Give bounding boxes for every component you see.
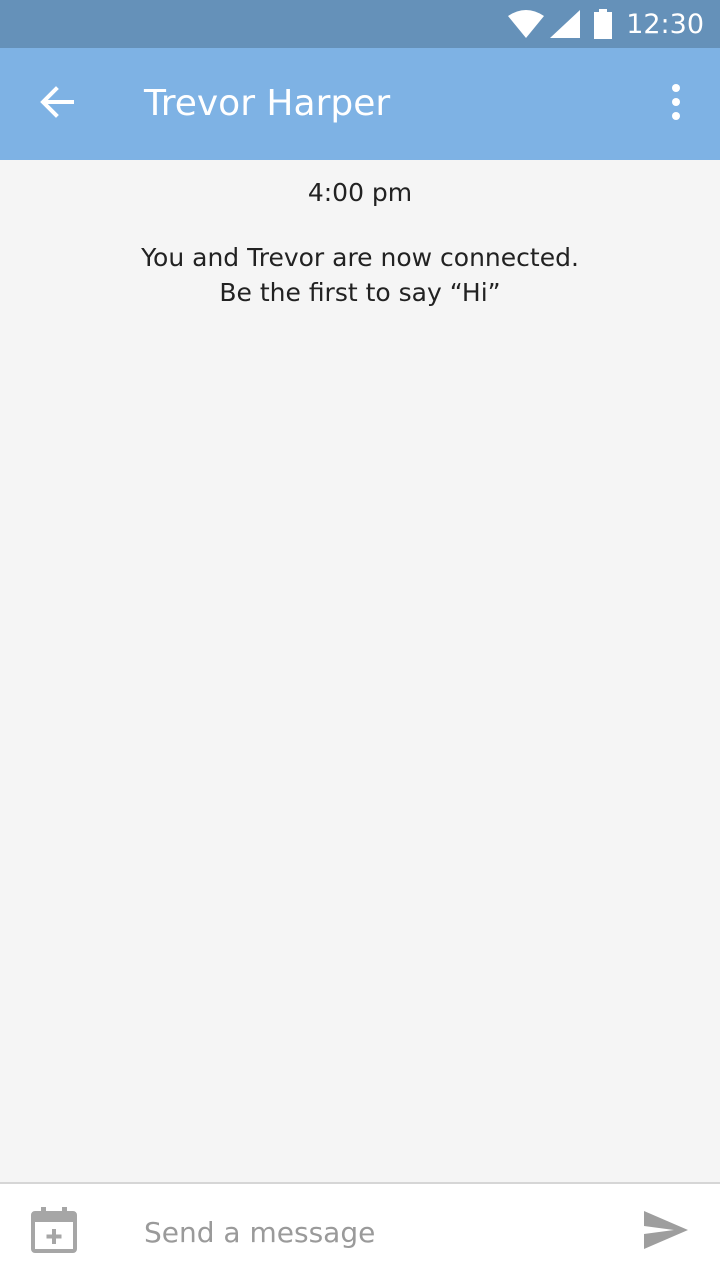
message-input[interactable] xyxy=(144,1200,604,1264)
more-vert-icon xyxy=(670,84,682,124)
schedule-button[interactable] xyxy=(24,1202,84,1262)
cell-signal-icon xyxy=(550,10,581,38)
connection-notice: You and Trevor are now connected. Be the… xyxy=(0,240,720,310)
arrow-back-icon xyxy=(38,84,74,124)
message-timestamp: 4:00 pm xyxy=(307,178,413,207)
connection-notice-line: You and Trevor are now connected. xyxy=(141,243,579,272)
send-button[interactable] xyxy=(636,1202,696,1262)
send-icon xyxy=(644,1211,688,1253)
calendar-add-icon xyxy=(30,1206,78,1258)
connection-notice-line: Be the first to say “Hi” xyxy=(219,278,501,307)
status-time: 12:30 xyxy=(626,8,704,40)
battery-icon xyxy=(594,9,613,39)
status-icons: 12:30 xyxy=(508,0,704,48)
conversation-title: Trevor Harper xyxy=(144,83,391,124)
message-list[interactable]: 4:00 pm You and Trevor are now connected… xyxy=(0,160,720,1182)
message-composer xyxy=(0,1182,720,1280)
overflow-menu-button[interactable] xyxy=(644,72,708,136)
app-bar: Trevor Harper xyxy=(0,48,720,160)
back-button[interactable] xyxy=(24,72,88,136)
wifi-icon xyxy=(508,10,545,38)
status-bar: 12:30 xyxy=(0,0,720,48)
